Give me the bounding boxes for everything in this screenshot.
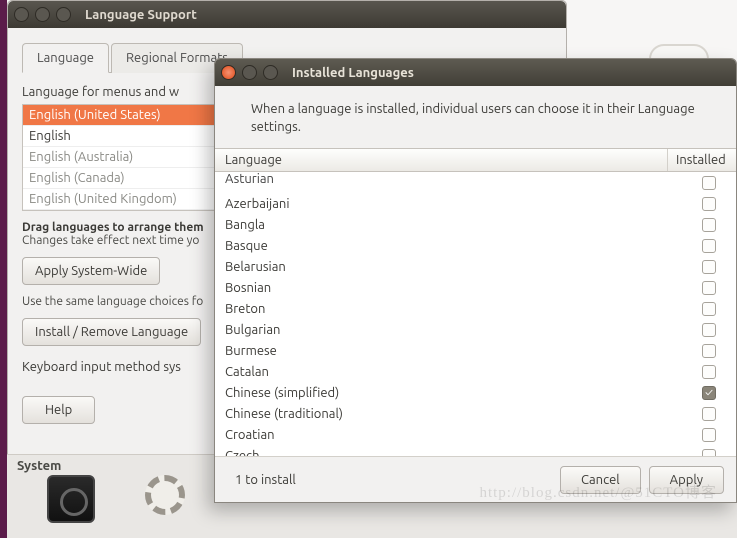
table-header: Language Installed bbox=[215, 148, 736, 172]
col-installed[interactable]: Installed bbox=[668, 149, 736, 171]
back-window-title: Language Support bbox=[85, 8, 197, 22]
language-name: Belarusian bbox=[225, 260, 702, 274]
language-name: Croatian bbox=[225, 428, 702, 442]
minimize-icon[interactable] bbox=[35, 7, 50, 22]
apply-system-wide-button[interactable]: Apply System-Wide bbox=[22, 257, 160, 285]
table-row[interactable]: Croatian bbox=[215, 424, 736, 445]
table-row[interactable]: Catalan bbox=[215, 361, 736, 382]
language-name: Basque bbox=[225, 239, 702, 253]
close-icon[interactable] bbox=[14, 7, 29, 22]
table-row[interactable]: Basque bbox=[215, 235, 736, 256]
maximize-icon[interactable] bbox=[263, 65, 278, 80]
language-name: Bosnian bbox=[225, 281, 702, 295]
dialog-title: Installed Languages bbox=[292, 66, 414, 80]
table-row[interactable]: Belarusian bbox=[215, 256, 736, 277]
checkbox[interactable] bbox=[702, 344, 716, 358]
minimize-icon[interactable] bbox=[242, 65, 257, 80]
language-name: Czech bbox=[225, 449, 702, 456]
table-row[interactable]: Burmese bbox=[215, 340, 736, 361]
install-remove-button[interactable]: Install / Remove Language bbox=[22, 318, 201, 346]
language-list[interactable]: Asturian Azerbaijani Bangla Basque Belarusia… bbox=[215, 172, 736, 456]
maximize-icon[interactable] bbox=[56, 7, 71, 22]
watermark: http://blog.csdn.net/@51CTO博客 bbox=[479, 481, 717, 502]
table-row[interactable]: Bulgarian bbox=[215, 319, 736, 340]
language-name: Catalan bbox=[225, 365, 702, 379]
lang-order-item[interactable]: English bbox=[23, 126, 231, 147]
table-row[interactable]: Bangla bbox=[215, 214, 736, 235]
table-row[interactable]: Bosnian bbox=[215, 277, 736, 298]
checkbox[interactable] bbox=[702, 239, 716, 253]
table-row[interactable]: Azerbaijani bbox=[215, 193, 736, 214]
lang-order-item[interactable]: English (Canada) bbox=[23, 168, 231, 189]
table-row[interactable]: Breton bbox=[215, 298, 736, 319]
lang-order-item[interactable]: English (Australia) bbox=[23, 147, 231, 168]
checkbox[interactable] bbox=[702, 449, 716, 456]
installed-languages-dialog: Installed Languages When a language is i… bbox=[214, 58, 737, 503]
language-order-list[interactable]: English (United States) English English … bbox=[22, 104, 232, 211]
checkbox[interactable] bbox=[702, 428, 716, 442]
table-row[interactable]: Asturian bbox=[215, 172, 736, 193]
checkbox[interactable] bbox=[702, 302, 716, 316]
language-name: Bulgarian bbox=[225, 323, 702, 337]
language-name: Bangla bbox=[225, 218, 702, 232]
unity-launcher-strip bbox=[0, 0, 7, 538]
close-icon[interactable] bbox=[221, 65, 236, 80]
tab-language[interactable]: Language bbox=[22, 43, 109, 73]
table-row[interactable]: Czech bbox=[215, 445, 736, 456]
checkbox[interactable] bbox=[702, 407, 716, 421]
table-row[interactable]: Chinese (simplified)✓ bbox=[215, 382, 736, 403]
checkbox[interactable] bbox=[702, 260, 716, 274]
language-name: Chinese (simplified) bbox=[225, 386, 702, 400]
language-name: Chinese (traditional) bbox=[225, 407, 702, 421]
checkbox[interactable] bbox=[702, 323, 716, 337]
checkbox[interactable] bbox=[702, 365, 716, 379]
gear-icon[interactable] bbox=[145, 475, 193, 523]
col-language[interactable]: Language bbox=[215, 149, 668, 171]
language-name: Azerbaijani bbox=[225, 197, 702, 211]
table-row[interactable]: Chinese (traditional) bbox=[215, 403, 736, 424]
checkbox[interactable] bbox=[702, 281, 716, 295]
lang-order-item[interactable]: English (United Kingdom) bbox=[23, 189, 231, 210]
dialog-titlebar[interactable]: Installed Languages bbox=[215, 59, 736, 86]
help-button[interactable]: Help bbox=[22, 396, 95, 424]
back-titlebar[interactable]: Language Support bbox=[8, 1, 566, 28]
language-name: Asturian bbox=[225, 172, 702, 186]
checkbox[interactable] bbox=[702, 218, 716, 232]
checkbox[interactable]: ✓ bbox=[702, 386, 716, 400]
checkbox[interactable] bbox=[702, 176, 716, 190]
dialog-description: When a language is installed, individual… bbox=[215, 86, 736, 148]
language-name: Burmese bbox=[225, 344, 702, 358]
checkbox[interactable] bbox=[702, 197, 716, 211]
backup-icon[interactable] bbox=[47, 475, 95, 523]
language-name: Breton bbox=[225, 302, 702, 316]
lang-order-item[interactable]: English (United States) bbox=[23, 105, 231, 126]
